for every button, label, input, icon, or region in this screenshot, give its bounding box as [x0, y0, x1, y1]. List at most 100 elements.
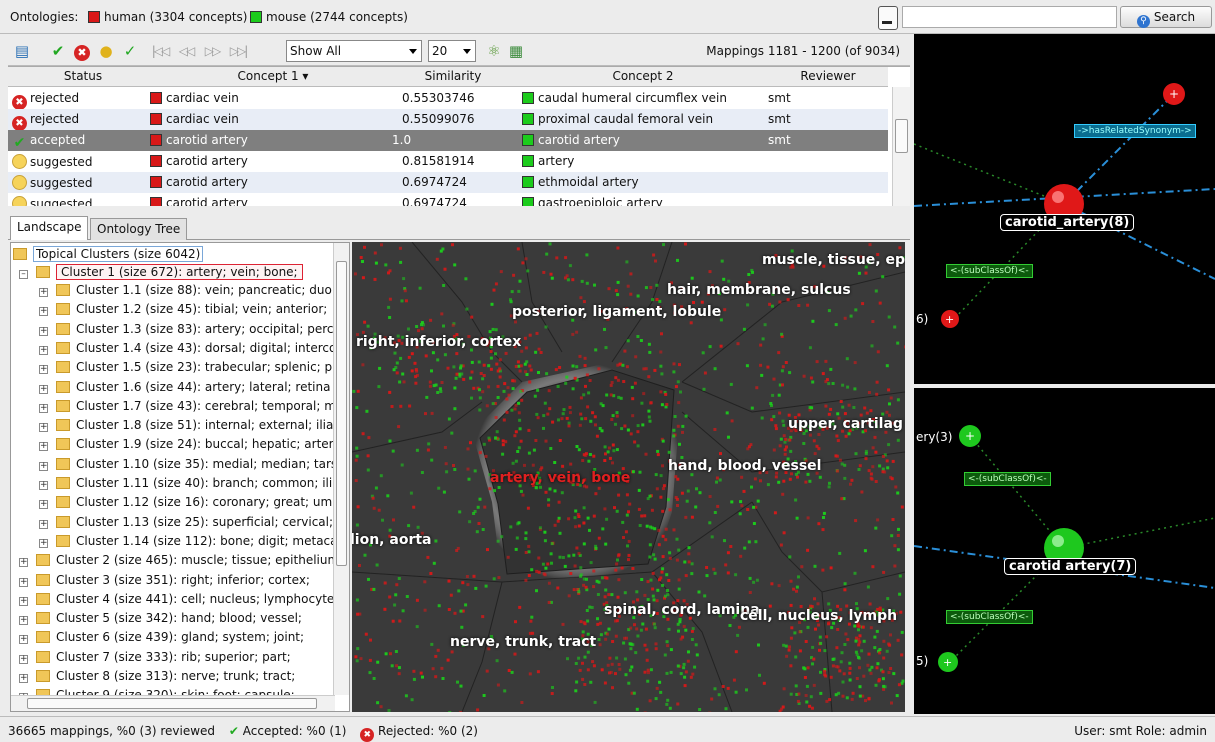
- filter-tool-icon[interactable]: ⚛: [484, 41, 504, 61]
- tree-node-subcluster[interactable]: + Cluster 1.10 (size 35): medial; median;…: [39, 457, 337, 475]
- table-row[interactable]: suggested carotid artery 0.6974724 ethmo…: [8, 172, 888, 193]
- cluster-label[interactable]: nerve, trunk, tract: [450, 634, 596, 650]
- tree-node-subcluster[interactable]: + Cluster 1.11 (size 40): branch; common;…: [39, 476, 340, 494]
- collapse-icon[interactable]: –: [19, 270, 28, 279]
- human-graph-view[interactable]: + + carotid_artery(8) ->hasRelatedSynony…: [914, 34, 1215, 384]
- expand-icon[interactable]: +: [39, 345, 48, 355]
- tree-node-subcluster[interactable]: + Cluster 1.13 (size 25): superficial; ce…: [39, 515, 333, 533]
- tree-node-cluster[interactable]: + Cluster 7 (size 333): rib; superior; pa…: [19, 650, 291, 668]
- expand-icon[interactable]: +: [19, 596, 28, 606]
- accept-all-icon[interactable]: ✓: [120, 41, 140, 61]
- first-page-icon[interactable]: |◁◁: [150, 41, 171, 61]
- tree-horizontal-scrollbar[interactable]: [11, 695, 335, 711]
- column-status[interactable]: Status: [8, 69, 158, 83]
- previous-page-icon[interactable]: ◁◁: [176, 41, 196, 61]
- column-concept1[interactable]: Concept 1 ▾: [158, 69, 388, 83]
- tree-node-subcluster[interactable]: + Cluster 1.3 (size 83): artery; occipita…: [39, 322, 333, 340]
- cluster-label[interactable]: posterior, ligament, lobule: [512, 304, 721, 320]
- selected-cluster-label[interactable]: artery, vein, bone: [490, 470, 630, 486]
- search-button[interactable]: ⚲ Search: [1120, 6, 1212, 28]
- table-scroll-thumb[interactable]: [895, 119, 908, 153]
- expand-icon[interactable]: +: [39, 423, 48, 433]
- expand-icon[interactable]: +: [19, 558, 28, 568]
- table-row-selected[interactable]: ✔ accepted carotid artery 1.0 carotid art…: [8, 130, 888, 151]
- expand-icon[interactable]: +: [19, 635, 28, 645]
- tree-node-cluster[interactable]: + Cluster 4 (size 441): cell; nucleus; ly…: [19, 592, 338, 610]
- expand-icon[interactable]: +: [39, 442, 48, 452]
- tree-scroll-thumb[interactable]: [336, 261, 347, 566]
- expand-icon[interactable]: +: [39, 307, 48, 317]
- tree-node-cluster[interactable]: + Cluster 2 (size 465): muscle; tissue; e…: [19, 553, 343, 571]
- status-filter-select[interactable]: Show All: [286, 40, 422, 62]
- cluster-label[interactable]: right, inferior, cortex: [356, 334, 521, 350]
- expand-icon[interactable]: +: [39, 326, 48, 336]
- expand-icon[interactable]: +: [19, 577, 28, 587]
- table-scrollbar[interactable]: [892, 87, 910, 206]
- next-page-icon[interactable]: ▷▷: [202, 41, 222, 61]
- expand-icon[interactable]: +: [19, 616, 28, 626]
- tree-node-subcluster[interactable]: + Cluster 1.8 (size 51): internal; extern…: [39, 418, 333, 436]
- ontology-mouse[interactable]: mouse (2744 concepts): [250, 10, 408, 24]
- tree-node-subcluster[interactable]: + Cluster 1.4 (size 43): dorsal; digital;…: [39, 341, 336, 359]
- table-row[interactable]: ✖ rejected cardiac vein 0.55099076 proxim…: [8, 109, 888, 131]
- expand-icon[interactable]: +: [19, 654, 28, 664]
- tab-landscape[interactable]: Landscape: [10, 216, 89, 240]
- landscape-view[interactable]: muscle, tissue, ep hair, membrane, sulcu…: [352, 242, 905, 712]
- accept-icon[interactable]: ✔: [48, 41, 68, 61]
- expand-icon[interactable]: +: [39, 538, 48, 548]
- mouse-graph-view[interactable]: + + ery(3) <-(subClassOf)<- carotid arte…: [914, 388, 1215, 714]
- table-row[interactable]: suggested carotid artery 0.6974724 gastr…: [8, 193, 888, 206]
- column-reviewer[interactable]: Reviewer: [768, 69, 888, 83]
- graph-node-label[interactable]: carotid_artery(8): [1000, 214, 1135, 231]
- tree-vertical-scrollbar[interactable]: [333, 243, 349, 695]
- tree-node-cluster[interactable]: + Cluster 3 (size 351): right; inferior; …: [19, 573, 310, 591]
- column-similarity[interactable]: Similarity: [388, 69, 518, 83]
- report-icon[interactable]: ▦: [506, 41, 526, 61]
- expand-icon[interactable]: +: [39, 461, 48, 471]
- column-concept2[interactable]: Concept 2: [518, 69, 768, 83]
- table-row[interactable]: ✖ rejected cardiac vein 0.55303746 caudal…: [8, 88, 888, 110]
- last-page-icon[interactable]: ▷▷|: [228, 41, 249, 61]
- expand-icon[interactable]: +: [39, 365, 48, 375]
- expand-icon[interactable]: +: [19, 674, 28, 683]
- tree-node-cluster[interactable]: + Cluster 6 (size 439): gland; system; jo…: [19, 630, 304, 648]
- expand-icon[interactable]: +: [39, 500, 48, 510]
- expand-icon[interactable]: +: [39, 288, 48, 297]
- tab-ontology-tree[interactable]: Ontology Tree: [90, 218, 188, 240]
- tree-node-subcluster[interactable]: + Cluster 1.9 (size 24): buccal; hepatic;…: [39, 437, 334, 455]
- table-row[interactable]: suggested carotid artery 0.81581914 arte…: [8, 151, 888, 172]
- expand-icon[interactable]: +: [39, 519, 48, 529]
- tree-node-subcluster[interactable]: + Cluster 1.6 (size 44): artery; lateral;…: [39, 380, 330, 398]
- expand-icon[interactable]: +: [39, 384, 48, 394]
- tree-node-cluster-1[interactable]: – Cluster 1 (size 672): artery; vein; bon…: [19, 264, 303, 283]
- cluster-label[interactable]: spinal, cord, lamina: [604, 602, 760, 618]
- tree-node-subcluster[interactable]: + Cluster 1.5 (size 23): trabecular; sple…: [39, 360, 332, 378]
- tree-node-cluster[interactable]: + Cluster 8 (size 313): nerve; trunk; tra…: [19, 669, 295, 687]
- mapping-point: [561, 622, 565, 626]
- reject-icon[interactable]: ✖: [72, 41, 92, 61]
- cluster-label[interactable]: hair, membrane, sulcus: [667, 282, 851, 298]
- expand-icon[interactable]: +: [39, 403, 48, 413]
- export-icon[interactable]: ▤: [12, 41, 32, 61]
- page-size-select[interactable]: 20: [428, 40, 476, 62]
- tree-hscroll-thumb[interactable]: [27, 698, 317, 709]
- suggest-bulb-icon[interactable]: ●: [96, 41, 116, 61]
- cluster-label[interactable]: muscle, tissue, ep: [762, 252, 905, 268]
- cluster-label[interactable]: cell, nucleus, lymph: [740, 608, 897, 624]
- tree-node-subcluster[interactable]: + Cluster 1.7 (size 43): cerebral; tempor…: [39, 399, 336, 417]
- tree-node-cluster[interactable]: + Cluster 5 (size 342): hand; blood; vess…: [19, 611, 302, 629]
- graph-node-label[interactable]: carotid artery(7): [1004, 558, 1137, 575]
- tree-node-subcluster[interactable]: + Cluster 1.2 (size 45): tibial; vein; an…: [39, 302, 327, 320]
- tree-node-subcluster[interactable]: + Cluster 1.14 (size 112): bone; digit; m…: [39, 534, 338, 552]
- cluster-label[interactable]: upper, cartilag: [788, 416, 903, 432]
- cluster-label[interactable]: hand, blood, vessel: [668, 458, 821, 474]
- ontology-human[interactable]: human (3304 concepts): [88, 10, 248, 24]
- expand-icon[interactable]: +: [39, 481, 48, 490]
- search-input[interactable]: [902, 6, 1117, 28]
- cluster-label[interactable]: lion, aorta: [352, 532, 431, 548]
- collapse-panel-button[interactable]: [878, 6, 898, 30]
- tree-node-subcluster[interactable]: + Cluster 1.12 (size 16): coronary; great…: [39, 495, 332, 513]
- mapping-point: [893, 325, 897, 329]
- tree-root[interactable]: Topical Clusters (size 6042): [13, 246, 204, 265]
- tree-node-subcluster[interactable]: + Cluster 1.1 (size 88): vein; pancreatic…: [39, 283, 332, 301]
